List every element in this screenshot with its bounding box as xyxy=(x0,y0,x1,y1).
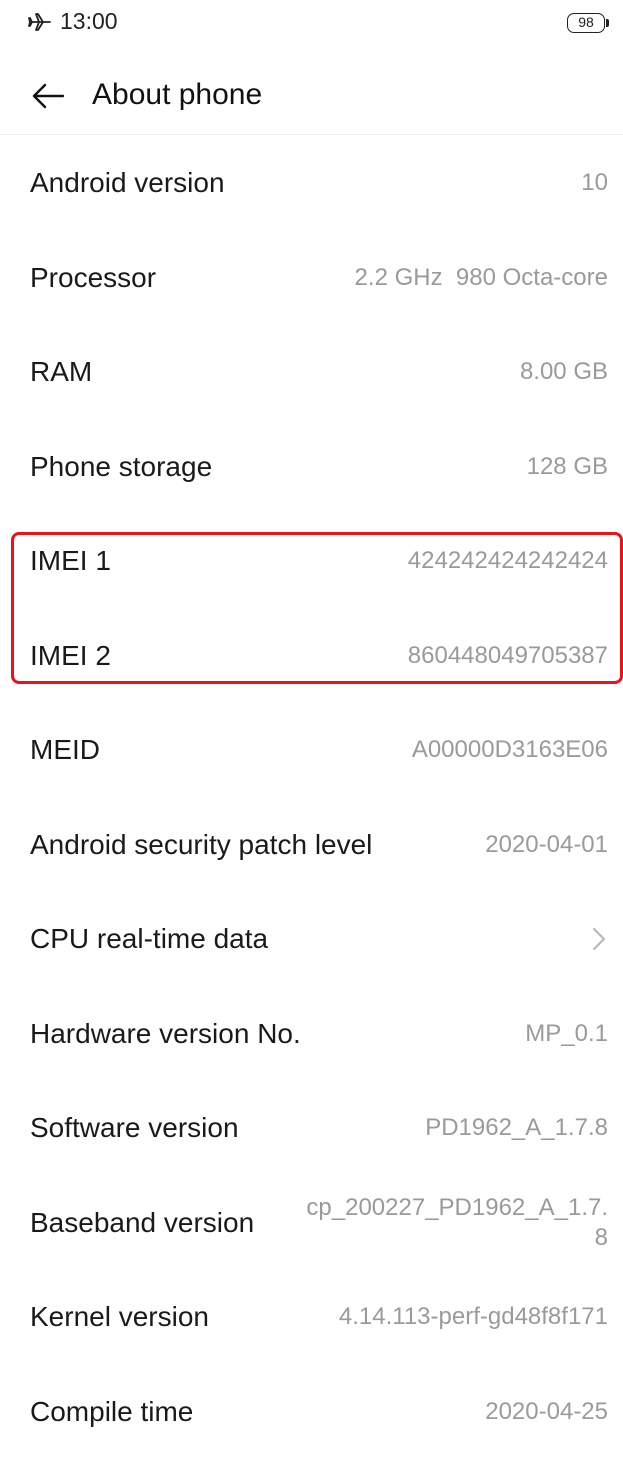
row-phone-storage[interactable]: Phone storage 128 GB xyxy=(0,420,623,515)
row-value: 2020-04-01 xyxy=(485,831,608,859)
row-value: 2020-04-25 xyxy=(485,1398,608,1426)
row-value: 128 GB xyxy=(527,453,608,481)
row-android-version[interactable]: Android version 10 xyxy=(0,136,623,231)
row-security-patch[interactable]: Android security patch level 2020-04-01 xyxy=(0,798,623,893)
row-value: 10 xyxy=(581,169,608,197)
row-label: Software version xyxy=(30,1112,239,1144)
battery-tip xyxy=(606,19,609,27)
row-kernel-version[interactable]: Kernel version 4.14.113-perf-gd48f8f171 xyxy=(0,1270,623,1365)
row-label: Android security patch level xyxy=(30,829,372,861)
row-software-version[interactable]: Software version PD1962_A_1.7.8 xyxy=(0,1081,623,1176)
baseband-value-text: cp_200227_PD1962_A_1.7.8 xyxy=(306,1194,608,1251)
row-value: 860448049705387 xyxy=(408,642,608,670)
row-value: A00000D3163E06 xyxy=(412,736,608,764)
row-processor[interactable]: Processor 2.2 GHz 980 Octa-core xyxy=(0,231,623,326)
row-label: Baseband version xyxy=(30,1207,254,1239)
row-label: Kernel version xyxy=(30,1301,209,1333)
row-label: CPU real-time data xyxy=(30,923,268,955)
row-label: IMEI 1 xyxy=(30,545,111,577)
status-time: 13:00 xyxy=(60,8,118,35)
back-button[interactable] xyxy=(28,76,68,116)
page-title: About phone xyxy=(92,76,262,114)
row-value: 2.2 GHz 980 Octa-core xyxy=(355,264,608,292)
status-bar: 13:00 98 xyxy=(0,0,623,50)
status-left: 13:00 xyxy=(28,8,118,35)
row-label: Phone storage xyxy=(30,451,212,483)
row-label: RAM xyxy=(30,356,92,388)
row-baseband-version[interactable]: Baseband version cp_200227_PD1962_A_1.7.… xyxy=(0,1176,623,1271)
chevron-right-icon xyxy=(591,926,607,952)
airplane-icon xyxy=(28,10,52,34)
row-cpu-real-time-data[interactable]: CPU real-time data xyxy=(0,892,623,987)
row-label: Hardware version No. xyxy=(30,1018,301,1050)
row-value: 424242424242424 xyxy=(408,547,608,575)
arrow-left-icon xyxy=(31,83,65,109)
row-value: MP_0.1 xyxy=(525,1020,608,1048)
row-label: IMEI 2 xyxy=(30,640,111,672)
row-ram[interactable]: RAM 8.00 GB xyxy=(0,325,623,420)
app-bar: About phone xyxy=(0,56,623,135)
row-value: cp_200227_PD1962_A_1.7.8 xyxy=(298,1193,608,1253)
row-label: Android version xyxy=(30,167,225,199)
row-compile-time[interactable]: Compile time 2020-04-25 xyxy=(0,1365,623,1459)
row-value: 4.14.113-perf-gd48f8f171 xyxy=(339,1303,608,1331)
row-value: PD1962_A_1.7.8 xyxy=(425,1114,608,1142)
row-imei-2[interactable]: IMEI 2 860448049705387 xyxy=(0,609,623,704)
battery-icon: 98 xyxy=(567,13,609,33)
row-label: Processor xyxy=(30,262,156,294)
row-value: 8.00 GB xyxy=(520,358,608,386)
row-imei-1[interactable]: IMEI 1 424242424242424 xyxy=(0,514,623,609)
about-phone-list: Android version 10 Processor 2.2 GHz 980… xyxy=(0,136,623,1459)
row-label: Compile time xyxy=(30,1396,193,1428)
battery-level: 98 xyxy=(567,13,605,33)
row-meid[interactable]: MEID A00000D3163E06 xyxy=(0,703,623,798)
row-hardware-version[interactable]: Hardware version No. MP_0.1 xyxy=(0,987,623,1082)
row-label: MEID xyxy=(30,734,100,766)
